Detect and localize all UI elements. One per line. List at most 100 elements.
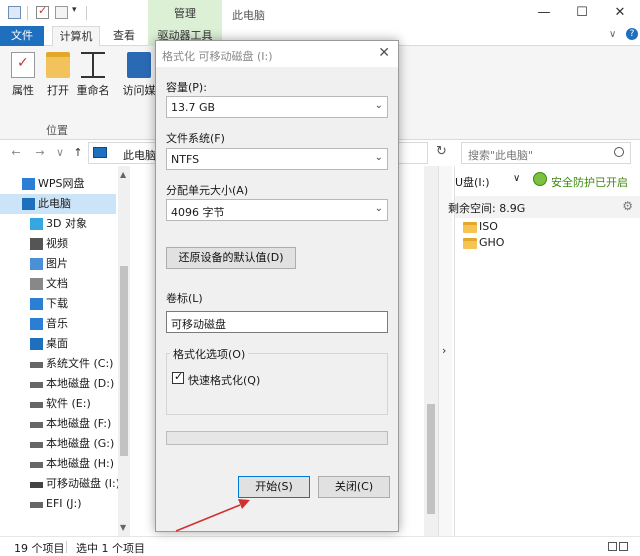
nav-scrollbar[interactable]: ▲ ▼ xyxy=(118,166,130,536)
usb-drive-icon xyxy=(30,482,43,488)
access-media-button[interactable]: 访问媒 xyxy=(122,52,156,98)
forward-button[interactable]: → xyxy=(32,144,48,162)
file-system-select[interactable]: NTFS ⌄ xyxy=(166,148,388,170)
maximize-button[interactable]: ☐ xyxy=(572,4,592,22)
nav-item-label: 本地磁盘 (F:) xyxy=(46,417,112,430)
nav-item[interactable]: 本地磁盘 (F:) xyxy=(0,414,116,434)
nav-item[interactable]: 音乐 xyxy=(0,314,116,334)
access-media-label: 访问媒 xyxy=(122,84,156,97)
allocation-size-select[interactable]: 4096 字节 ⌄ xyxy=(166,199,388,221)
selected-count: 选中 1 个项目 xyxy=(76,542,145,555)
nav-item-label: 系统文件 (C:) xyxy=(46,357,114,370)
back-button[interactable]: ← xyxy=(8,144,24,162)
help-icon[interactable]: ? xyxy=(626,28,638,40)
rename-button[interactable]: 重命名 xyxy=(76,52,110,98)
desktop-icon xyxy=(30,338,43,350)
content-scrollbar[interactable] xyxy=(424,166,438,536)
volume-label-input[interactable]: 可移动磁盘 xyxy=(166,311,388,333)
3d-objects-icon xyxy=(30,218,43,230)
start-button[interactable]: 开始(S) xyxy=(238,476,310,498)
drive-icon xyxy=(30,502,43,508)
folder-open-icon xyxy=(46,52,70,78)
tab-computer[interactable]: 计算机 xyxy=(52,26,100,46)
chevron-down-icon: ⌄ xyxy=(374,152,383,163)
nav-item[interactable]: 文档 xyxy=(0,274,116,294)
tab-file[interactable]: 文件 xyxy=(0,26,44,46)
capacity-label: 容量(P): xyxy=(166,81,207,94)
detail-pane-toggle[interactable]: › xyxy=(438,166,452,536)
minimize-button[interactable]: — xyxy=(534,4,554,22)
dialog-close-button[interactable]: ✕ xyxy=(378,45,390,61)
tiles-view-icon[interactable] xyxy=(619,542,628,551)
quick-access-dropdown-icon[interactable]: ▾ xyxy=(72,5,77,15)
nav-item[interactable]: 桌面 xyxy=(0,334,116,354)
expand-arrow-icon: › xyxy=(442,344,447,357)
quick-format-checkbox[interactable]: ✓ xyxy=(172,370,184,384)
nav-item-label: 3D 对象 xyxy=(46,217,87,230)
search-input[interactable]: 搜索"此电脑" xyxy=(461,142,631,164)
nav-item-label: 本地磁盘 (D:) xyxy=(46,377,115,390)
nav-item-label: 图片 xyxy=(46,257,68,270)
window-title: 此电脑 xyxy=(232,9,265,22)
new-folder-quick-icon[interactable] xyxy=(55,6,68,19)
nav-item[interactable]: 视频 xyxy=(0,234,116,254)
quick-format-label[interactable]: 快速格式化(Q) xyxy=(188,372,260,388)
capacity-select[interactable]: 13.7 GB ⌄ xyxy=(166,96,388,118)
nav-item[interactable]: EFI (J:) xyxy=(0,494,116,514)
shield-icon xyxy=(533,172,547,186)
nav-item-label: EFI (J:) xyxy=(46,497,82,510)
ribbon-group-label: 位置 xyxy=(46,124,68,137)
recent-locations-button[interactable]: ∨ xyxy=(52,144,68,162)
drive-icon xyxy=(30,362,43,368)
media-icon xyxy=(127,52,151,78)
nav-item[interactable]: 本地磁盘 (G:) xyxy=(0,434,116,454)
content-scroll-thumb[interactable] xyxy=(427,404,435,514)
close-button[interactable]: 关闭(C) xyxy=(318,476,390,498)
search-placeholder: 搜索"此电脑" xyxy=(468,149,534,162)
nav-item[interactable]: 本地磁盘 (H:) xyxy=(0,454,116,474)
collapse-ribbon-icon[interactable]: ∨ xyxy=(609,29,616,40)
protection-status[interactable]: 安全防护已开启 xyxy=(551,174,628,190)
scroll-down-icon[interactable]: ▼ xyxy=(120,523,126,532)
volume-label-caption: 卷标(L) xyxy=(166,292,203,305)
nav-item[interactable]: 图片 xyxy=(0,254,116,274)
nav-item[interactable]: WPS网盘 xyxy=(0,174,116,194)
drive-header[interactable]: U盘(I:) ∨ 安全防护已开启 xyxy=(455,168,640,192)
scroll-up-icon[interactable]: ▲ xyxy=(120,170,126,179)
gear-icon[interactable]: ⚙ xyxy=(622,199,633,213)
folder-item[interactable]: GHO xyxy=(459,234,619,254)
properties-quick-icon[interactable] xyxy=(36,4,49,19)
format-progress-bar xyxy=(166,431,388,445)
view-toggle[interactable] xyxy=(606,541,630,551)
drive-icon xyxy=(30,462,43,468)
nav-item-label: 可移动磁盘 (I:) xyxy=(46,477,121,490)
folder-icon xyxy=(463,238,477,249)
divider xyxy=(27,6,28,20)
nav-item[interactable]: 此电脑 xyxy=(0,194,116,214)
nav-item-label: 软件 (E:) xyxy=(46,397,91,410)
nav-item[interactable]: 可移动磁盘 (I:) xyxy=(0,474,120,494)
title-bar: ▾ 管理 此电脑 — ☐ ✕ xyxy=(0,0,640,26)
computer-icon xyxy=(22,198,35,210)
drive-icon xyxy=(30,402,43,408)
properties-button[interactable]: 属性 xyxy=(6,52,40,98)
details-view-icon[interactable] xyxy=(608,542,617,551)
navigation-pane: WPS网盘 此电脑 3D 对象视频图片文档 下载 音乐 桌面系统文件 (C:) 本地磁盘 (… xyxy=(0,166,130,536)
nav-item[interactable]: 软件 (E:) xyxy=(0,394,116,414)
search-icon xyxy=(614,147,624,157)
chevron-down-icon[interactable]: ∨ xyxy=(513,173,520,184)
open-button[interactable]: 打开 xyxy=(41,52,75,98)
status-bar: 19 个项目 选中 1 个项目 xyxy=(0,536,640,556)
nav-item[interactable]: 3D 对象 xyxy=(0,214,116,234)
restore-defaults-button[interactable]: 还原设备的默认值(D) xyxy=(166,247,296,269)
refresh-button[interactable]: ↻ xyxy=(436,144,447,159)
nav-scroll-thumb[interactable] xyxy=(120,266,128,456)
manage-context-tab[interactable]: 管理 xyxy=(148,0,222,26)
up-button[interactable]: ↑ xyxy=(70,144,86,162)
nav-item[interactable]: 系统文件 (C:) xyxy=(0,354,116,374)
file-system-value: NTFS xyxy=(171,153,200,166)
tab-view[interactable]: 查看 xyxy=(106,26,142,46)
close-window-button[interactable]: ✕ xyxy=(610,4,630,22)
nav-item[interactable]: 本地磁盘 (D:) xyxy=(0,374,116,394)
nav-item[interactable]: 下载 xyxy=(0,294,116,314)
